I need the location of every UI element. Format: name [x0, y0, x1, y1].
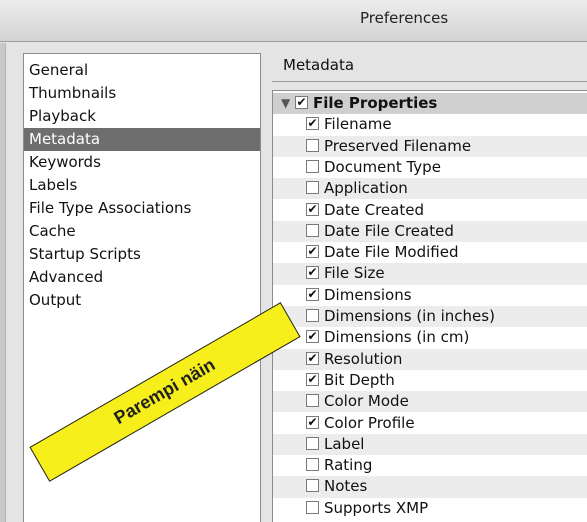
- window-edge: [0, 43, 6, 522]
- field-label: File Size: [324, 264, 385, 283]
- section-divider: [272, 81, 587, 82]
- field-row[interactable]: Preserved Filename: [273, 135, 587, 157]
- field-label: Supports XMP: [324, 498, 429, 517]
- field-row[interactable]: Date File Created: [273, 220, 587, 243]
- field-label: Color Mode: [324, 392, 409, 411]
- sidebar-item-general[interactable]: General: [24, 59, 260, 82]
- field-checkbox[interactable]: [306, 436, 319, 450]
- field-checkbox[interactable]: ✔: [306, 245, 319, 259]
- field-row[interactable]: Label: [273, 433, 587, 456]
- field-row[interactable]: Notes: [273, 476, 587, 498]
- field-row[interactable]: Application: [273, 178, 587, 200]
- field-label: Date File Created: [324, 221, 454, 240]
- field-label: Filename: [324, 115, 392, 134]
- field-label: Dimensions: [324, 285, 412, 304]
- field-checkbox[interactable]: [306, 458, 319, 472]
- group-checkbox[interactable]: ✔: [295, 96, 308, 109]
- field-label: Date File Modified: [324, 243, 459, 262]
- window-title: Preferences: [360, 9, 449, 27]
- field-label: Bit Depth: [324, 370, 395, 389]
- field-checkbox[interactable]: [306, 159, 319, 173]
- field-checkbox[interactable]: [306, 138, 319, 152]
- field-row[interactable]: ✔ Date File Modified: [273, 242, 587, 263]
- field-label: Preserved Filename: [324, 136, 472, 155]
- field-checkbox[interactable]: ✔: [306, 330, 319, 344]
- field-checkbox[interactable]: ✔: [306, 415, 319, 429]
- field-checkbox[interactable]: ✔: [306, 287, 319, 301]
- title-bar[interactable]: Preferences: [0, 0, 587, 42]
- sidebar-item-thumbnails[interactable]: Thumbnails: [24, 82, 260, 105]
- field-row[interactable]: ✔ Dimensions: [273, 285, 587, 306]
- field-row[interactable]: ✔ File Size: [273, 263, 587, 285]
- sidebar-item-metadata[interactable]: Metadata: [24, 128, 260, 151]
- field-row[interactable]: Color Mode: [273, 391, 587, 413]
- field-row[interactable]: ✔ Dimensions (in cm): [273, 327, 587, 348]
- field-label: Resolution: [324, 349, 403, 368]
- field-checkbox[interactable]: [306, 181, 319, 195]
- section-title: Metadata: [283, 56, 355, 74]
- field-label: Rating: [324, 456, 373, 475]
- sidebar-item-labels[interactable]: Labels: [24, 174, 260, 197]
- field-row[interactable]: Document Type: [273, 157, 587, 178]
- field-label: Dimensions (in cm): [324, 328, 470, 347]
- field-checkbox[interactable]: ✔: [306, 372, 319, 386]
- sidebar-item-startup-scripts[interactable]: Startup Scripts: [24, 243, 260, 266]
- metadata-field-list: ▼ ✔ File Properties ✔ Filename Preserved F…: [272, 90, 587, 522]
- field-label: Document Type: [324, 157, 441, 176]
- group-row-file-properties[interactable]: ▼ ✔ File Properties: [273, 93, 587, 115]
- field-checkbox[interactable]: [306, 223, 319, 237]
- field-checkbox[interactable]: ✔: [306, 266, 319, 280]
- field-label: Application: [324, 179, 408, 198]
- field-label: Label: [324, 434, 365, 453]
- field-row[interactable]: ✔ Resolution: [273, 348, 587, 370]
- sidebar-item-playback[interactable]: Playback: [24, 105, 260, 128]
- field-checkbox[interactable]: ✔: [306, 351, 319, 365]
- field-row[interactable]: Supports XMP: [273, 498, 587, 519]
- group-label: File Properties: [313, 94, 438, 112]
- field-label: Date Created: [324, 200, 424, 219]
- field-checkbox[interactable]: [306, 309, 319, 322]
- sidebar-item-output[interactable]: Output: [24, 289, 260, 312]
- field-label: Dimensions (in inches): [324, 307, 495, 325]
- field-row[interactable]: Rating: [273, 455, 587, 476]
- field-label: Color Profile: [324, 413, 415, 432]
- field-row[interactable]: ✔ Filename: [273, 114, 587, 135]
- field-checkbox[interactable]: ✔: [306, 202, 319, 216]
- field-label: Notes: [324, 477, 368, 496]
- field-row[interactable]: ✔ Date Created: [273, 200, 587, 221]
- sidebar-item-advanced[interactable]: Advanced: [24, 266, 260, 289]
- field-checkbox[interactable]: [306, 394, 319, 408]
- field-row[interactable]: ✔ Color Profile: [273, 413, 587, 434]
- field-checkbox[interactable]: [306, 479, 319, 493]
- disclosure-triangle-icon[interactable]: ▼: [281, 96, 290, 110]
- sidebar-item-file-type-associations[interactable]: File Type Associations: [24, 197, 260, 220]
- field-row[interactable]: ✔ Bit Depth: [273, 370, 587, 391]
- field-checkbox[interactable]: [306, 500, 319, 514]
- sidebar-item-keywords[interactable]: Keywords: [24, 151, 260, 174]
- field-row[interactable]: Dimensions (in inches): [273, 306, 587, 328]
- field-checkbox[interactable]: ✔: [306, 117, 319, 131]
- sidebar-item-cache[interactable]: Cache: [24, 220, 260, 243]
